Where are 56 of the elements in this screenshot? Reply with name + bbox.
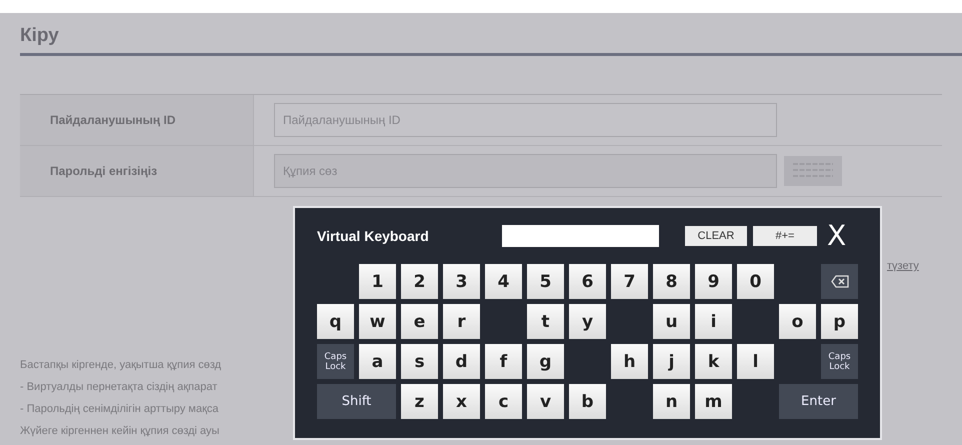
keyboard-key[interactable]: g xyxy=(527,344,564,379)
keyboard-key[interactable]: h xyxy=(611,344,648,379)
keyboard-key[interactable]: w xyxy=(359,304,396,339)
keyboard-key[interactable]: k xyxy=(695,344,732,379)
keyboard-key[interactable]: m xyxy=(695,384,732,419)
caps-lock-key[interactable]: Caps Lock xyxy=(821,344,858,379)
close-button[interactable]: X xyxy=(823,222,846,250)
keyboard-key[interactable]: p xyxy=(821,304,858,339)
backspace-key[interactable] xyxy=(821,264,858,299)
keyboard-key[interactable]: y xyxy=(569,304,606,339)
keyboard-key[interactable]: 5 xyxy=(527,264,564,299)
note-text: Жүйеге кіргеннен кейін құпия сөзді ауы xyxy=(20,424,220,439)
keyboard-key[interactable]: l xyxy=(737,344,774,379)
keyboard-key[interactable]: o xyxy=(779,304,816,339)
input-field[interactable]: Пайдаланушының ID xyxy=(274,103,777,137)
symbols-button[interactable]: #+= xyxy=(753,226,817,246)
keyboard-key[interactable]: r xyxy=(443,304,480,339)
keyboard-title: Virtual Keyboard xyxy=(317,228,430,244)
clear-button[interactable]: CLEAR xyxy=(685,226,747,246)
keyboard-key[interactable]: n xyxy=(653,384,690,419)
keyboard-key[interactable]: q xyxy=(317,304,354,339)
keyboard-key[interactable]: x xyxy=(443,384,480,419)
keyboard-key[interactable]: f xyxy=(485,344,522,379)
keyboard-key[interactable]: c xyxy=(485,384,522,419)
keyboard-key[interactable]: 2 xyxy=(401,264,438,299)
keyboard-key[interactable]: Shift xyxy=(317,384,396,419)
keyboard-display-field[interactable] xyxy=(502,225,659,247)
keyboard-key[interactable]: d xyxy=(443,344,480,379)
keyboard-key[interactable]: 9 xyxy=(695,264,732,299)
keyboard-key[interactable]: e xyxy=(401,304,438,339)
keyboard-key[interactable]: z xyxy=(401,384,438,419)
backspace-icon xyxy=(830,275,848,288)
field-label: Пайдаланушының ID xyxy=(20,95,254,145)
keyboard-key[interactable]: v xyxy=(527,384,564,419)
field-label: Парольді енгізіңіз xyxy=(20,146,254,196)
keyboard-key[interactable]: 4 xyxy=(485,264,522,299)
caps-lock-key[interactable]: Caps Lock xyxy=(317,344,354,379)
keyboard-key[interactable]: t xyxy=(527,304,564,339)
keyboard-key[interactable]: 8 xyxy=(653,264,690,299)
keyboard-button[interactable] xyxy=(784,156,842,186)
page-title: Кіру xyxy=(20,24,60,48)
keyboard-key[interactable]: u xyxy=(653,304,690,339)
keyboard-key[interactable]: 3 xyxy=(443,264,480,299)
keyboard-key[interactable]: Enter xyxy=(779,384,858,419)
keyboard-key[interactable]: i xyxy=(695,304,732,339)
keyboard-key[interactable]: 7 xyxy=(611,264,648,299)
keyboard-key[interactable]: 6 xyxy=(569,264,606,299)
keyboard-key[interactable]: j xyxy=(653,344,690,379)
note-text: Бастапқы кіргенде, уақытша құпия сөзд xyxy=(20,358,222,373)
keyboard-key[interactable]: b xyxy=(569,384,606,419)
keyboard-key[interactable]: 1 xyxy=(359,264,396,299)
note-text: - Виртуалды пернетақта сіздің ақпарат xyxy=(20,380,218,395)
keyboard-key[interactable]: s xyxy=(401,344,438,379)
note-text: - Парольдің сенімділігін арттыру мақса xyxy=(20,402,220,417)
keyboard-key[interactable]: a xyxy=(359,344,396,379)
keyboard-key[interactable]: 0 xyxy=(737,264,774,299)
